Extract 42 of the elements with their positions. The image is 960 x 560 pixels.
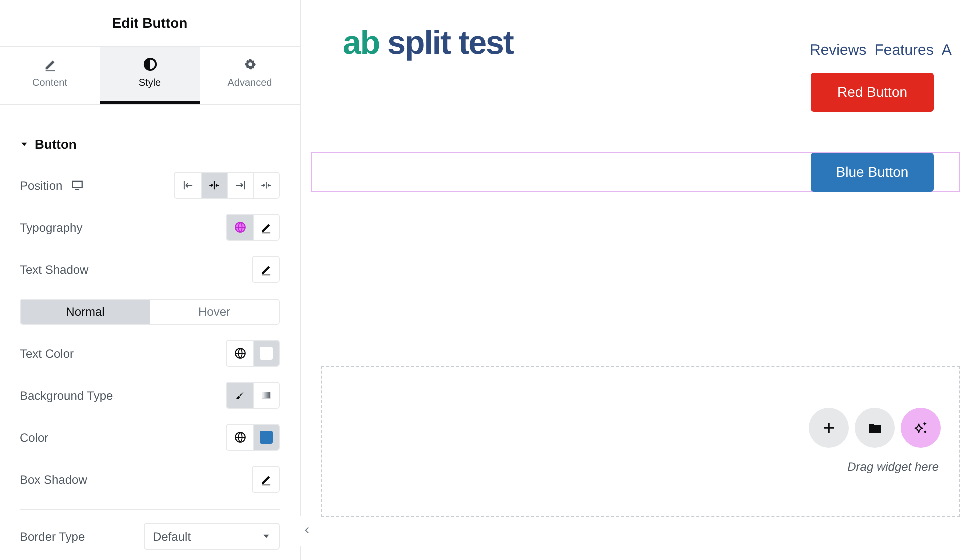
globe-icon — [234, 347, 246, 360]
brush-icon — [234, 389, 246, 402]
nav-link[interactable]: Reviews — [810, 40, 867, 62]
panel-tab[interactable]: Style — [100, 47, 200, 104]
caret-down-icon — [262, 532, 271, 541]
control-label: Typography — [20, 220, 83, 236]
position-option[interactable] — [201, 173, 227, 198]
control-label: Text Shadow — [20, 262, 89, 278]
ai-button[interactable] — [901, 408, 941, 448]
color-picker[interactable] — [253, 425, 279, 450]
control-label: Text Color — [20, 346, 74, 362]
control-label: Background Type — [20, 388, 114, 404]
edit-button[interactable] — [253, 215, 279, 240]
gradient-icon — [260, 389, 273, 402]
add-button[interactable] — [809, 408, 849, 448]
globe-icon — [234, 221, 246, 234]
section-header[interactable]: Button — [0, 105, 300, 164]
globe-icon — [234, 431, 246, 444]
drop-hint: Drag widget here — [848, 458, 939, 476]
color-picker[interactable] — [253, 341, 279, 366]
nav-link[interactable]: A — [942, 40, 952, 62]
edit-button[interactable] — [253, 257, 279, 282]
contrast-icon — [142, 57, 158, 72]
site-button[interactable]: Blue Button — [811, 152, 934, 192]
border-type-select[interactable]: Default — [144, 523, 280, 550]
align-center-icon — [208, 179, 221, 192]
template-button[interactable] — [855, 408, 895, 448]
chevron-left-icon — [302, 526, 312, 536]
nav-link[interactable]: Features — [874, 40, 934, 62]
align-end-icon — [234, 179, 247, 192]
site-logo: ab split test — [343, 26, 514, 63]
control-label: Position — [20, 178, 63, 194]
control-label: Box Shadow — [20, 472, 88, 488]
align-start-icon — [182, 179, 194, 192]
gear-icon — [242, 57, 258, 72]
panel-title: Edit Button — [112, 14, 188, 32]
edit-button[interactable] — [253, 467, 279, 492]
control-label: Color — [20, 430, 49, 446]
sparkle-icon — [913, 420, 929, 436]
site-button[interactable]: Red Button — [811, 72, 934, 112]
state-tab[interactable]: Normal — [21, 300, 150, 324]
control-label: Border Type — [20, 528, 86, 546]
